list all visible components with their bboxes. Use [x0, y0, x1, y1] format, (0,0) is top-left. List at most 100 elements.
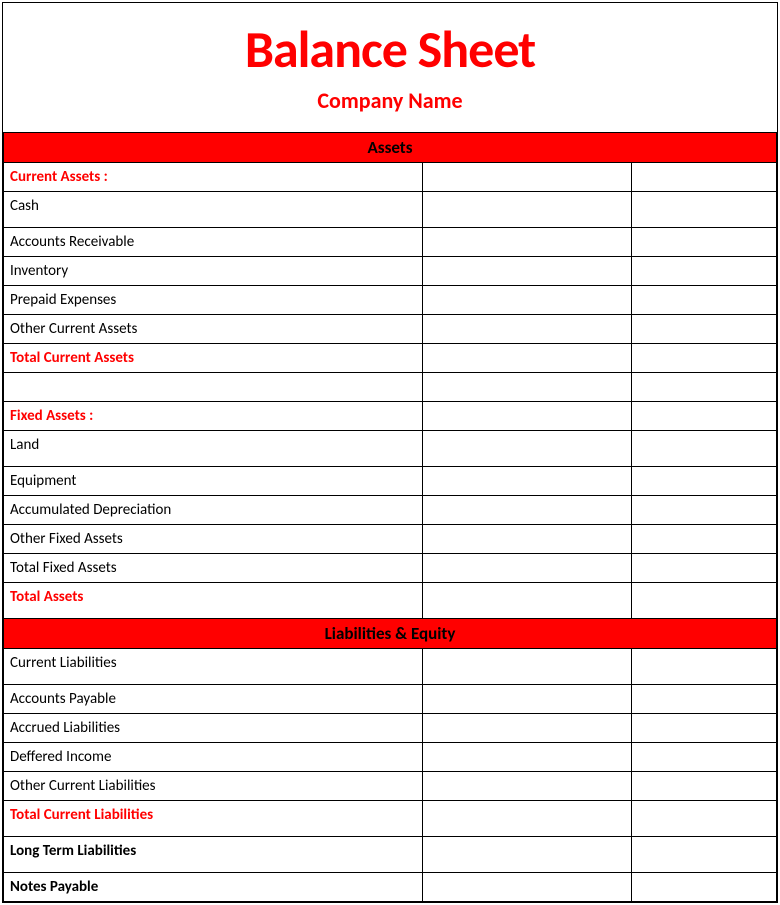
value-cell [422, 873, 631, 902]
value-cell [631, 873, 776, 902]
row-deferred-income: Deffered Income [4, 743, 423, 772]
value-cell [422, 554, 631, 583]
value-cell [631, 837, 776, 873]
value-cell [631, 496, 776, 525]
row-land: Land [4, 431, 423, 467]
row-other-current-liabilities: Other Current Liabilities [4, 772, 423, 801]
value-cell [422, 163, 631, 192]
row-current-liabilities: Current Liabilities [4, 649, 423, 685]
row-notes-payable: Notes Payable [10, 878, 98, 896]
value-cell [422, 714, 631, 743]
table-row: Total Fixed Assets [4, 554, 777, 583]
current-assets-header: Current Assets : [4, 163, 423, 192]
row-cash: Cash [4, 192, 423, 228]
value-cell [422, 286, 631, 315]
table-row: Notes Payable [4, 873, 777, 902]
table-row: Cash [4, 192, 777, 228]
fixed-assets-header: Fixed Assets : [4, 402, 423, 431]
table-row: Accounts Payable [4, 685, 777, 714]
table-row: Accounts Receivable [4, 228, 777, 257]
table-row: Inventory [4, 257, 777, 286]
value-cell [422, 467, 631, 496]
value-cell [631, 315, 776, 344]
value-cell [422, 402, 631, 431]
table-row: Land [4, 431, 777, 467]
row-other-current-assets: Other Current Assets [4, 315, 423, 344]
value-cell [422, 837, 631, 873]
section-assets-row: Assets [4, 133, 777, 163]
value-cell [422, 257, 631, 286]
value-cell [422, 373, 631, 402]
row-total-assets: Total Assets [4, 583, 423, 619]
value-cell [422, 496, 631, 525]
page-title: Balance Sheet [3, 17, 777, 81]
row-accumulated-depreciation: Accumulated Depreciation [4, 496, 423, 525]
table-row: Long Term Liabilities [4, 837, 777, 873]
value-cell [631, 192, 776, 228]
value-cell [631, 554, 776, 583]
value-cell [631, 228, 776, 257]
value-cell [631, 373, 776, 402]
table-row: Prepaid Expenses [4, 286, 777, 315]
spacer-cell [4, 373, 423, 402]
table-row: Other Current Liabilities [4, 772, 777, 801]
value-cell [631, 402, 776, 431]
table-row: Current Liabilities [4, 649, 777, 685]
table-row: Total Current Assets [4, 344, 777, 373]
row-total-fixed-assets: Total Fixed Assets [4, 554, 423, 583]
row-accrued-liabilities: Accrued Liabilities [4, 714, 423, 743]
company-name: Company Name [3, 87, 777, 114]
value-cell [422, 743, 631, 772]
value-cell [422, 228, 631, 257]
value-cell [422, 344, 631, 373]
row-total-current-assets: Total Current Assets [4, 344, 423, 373]
row-inventory: Inventory [4, 257, 423, 286]
value-cell [631, 525, 776, 554]
row-accounts-payable: Accounts Payable [4, 685, 423, 714]
value-cell [422, 772, 631, 801]
value-cell [631, 344, 776, 373]
row-total-current-liabilities: Total Current Liabilities [4, 801, 423, 837]
table-row: Deffered Income [4, 743, 777, 772]
value-cell [631, 163, 776, 192]
table-row: Other Current Assets [4, 315, 777, 344]
value-cell [422, 525, 631, 554]
value-cell [422, 649, 631, 685]
table-row: Other Fixed Assets [4, 525, 777, 554]
row-prepaid-expenses: Prepaid Expenses [4, 286, 423, 315]
table-row: Accrued Liabilities [4, 714, 777, 743]
value-cell [631, 685, 776, 714]
value-cell [631, 257, 776, 286]
value-cell [631, 431, 776, 467]
balance-table: Assets Current Assets : Cash Accounts Re… [3, 132, 777, 902]
value-cell [422, 801, 631, 837]
value-cell [631, 649, 776, 685]
value-cell [631, 714, 776, 743]
table-row: Total Assets [4, 583, 777, 619]
row-long-term-liabilities: Long Term Liabilities [10, 842, 136, 860]
table-row: Equipment [4, 467, 777, 496]
section-liabilities-row: Liabilities & Equity [4, 619, 777, 649]
value-cell [631, 583, 776, 619]
value-cell [422, 685, 631, 714]
balance-sheet: Balance Sheet Company Name Assets Curren… [2, 2, 778, 903]
value-cell [631, 743, 776, 772]
table-row: Accumulated Depreciation [4, 496, 777, 525]
value-cell [422, 583, 631, 619]
table-row: Current Assets : [4, 163, 777, 192]
value-cell [422, 315, 631, 344]
value-cell [631, 286, 776, 315]
table-row [4, 373, 777, 402]
header: Balance Sheet Company Name [3, 3, 777, 132]
value-cell [631, 772, 776, 801]
table-row: Fixed Assets : [4, 402, 777, 431]
value-cell [422, 192, 631, 228]
row-accounts-receivable: Accounts Receivable [4, 228, 423, 257]
value-cell [631, 801, 776, 837]
value-cell [631, 467, 776, 496]
row-other-fixed-assets: Other Fixed Assets [4, 525, 423, 554]
table-row: Total Current Liabilities [4, 801, 777, 837]
section-assets-header: Assets [4, 133, 777, 163]
value-cell [422, 431, 631, 467]
section-liabilities-header: Liabilities & Equity [4, 619, 777, 649]
